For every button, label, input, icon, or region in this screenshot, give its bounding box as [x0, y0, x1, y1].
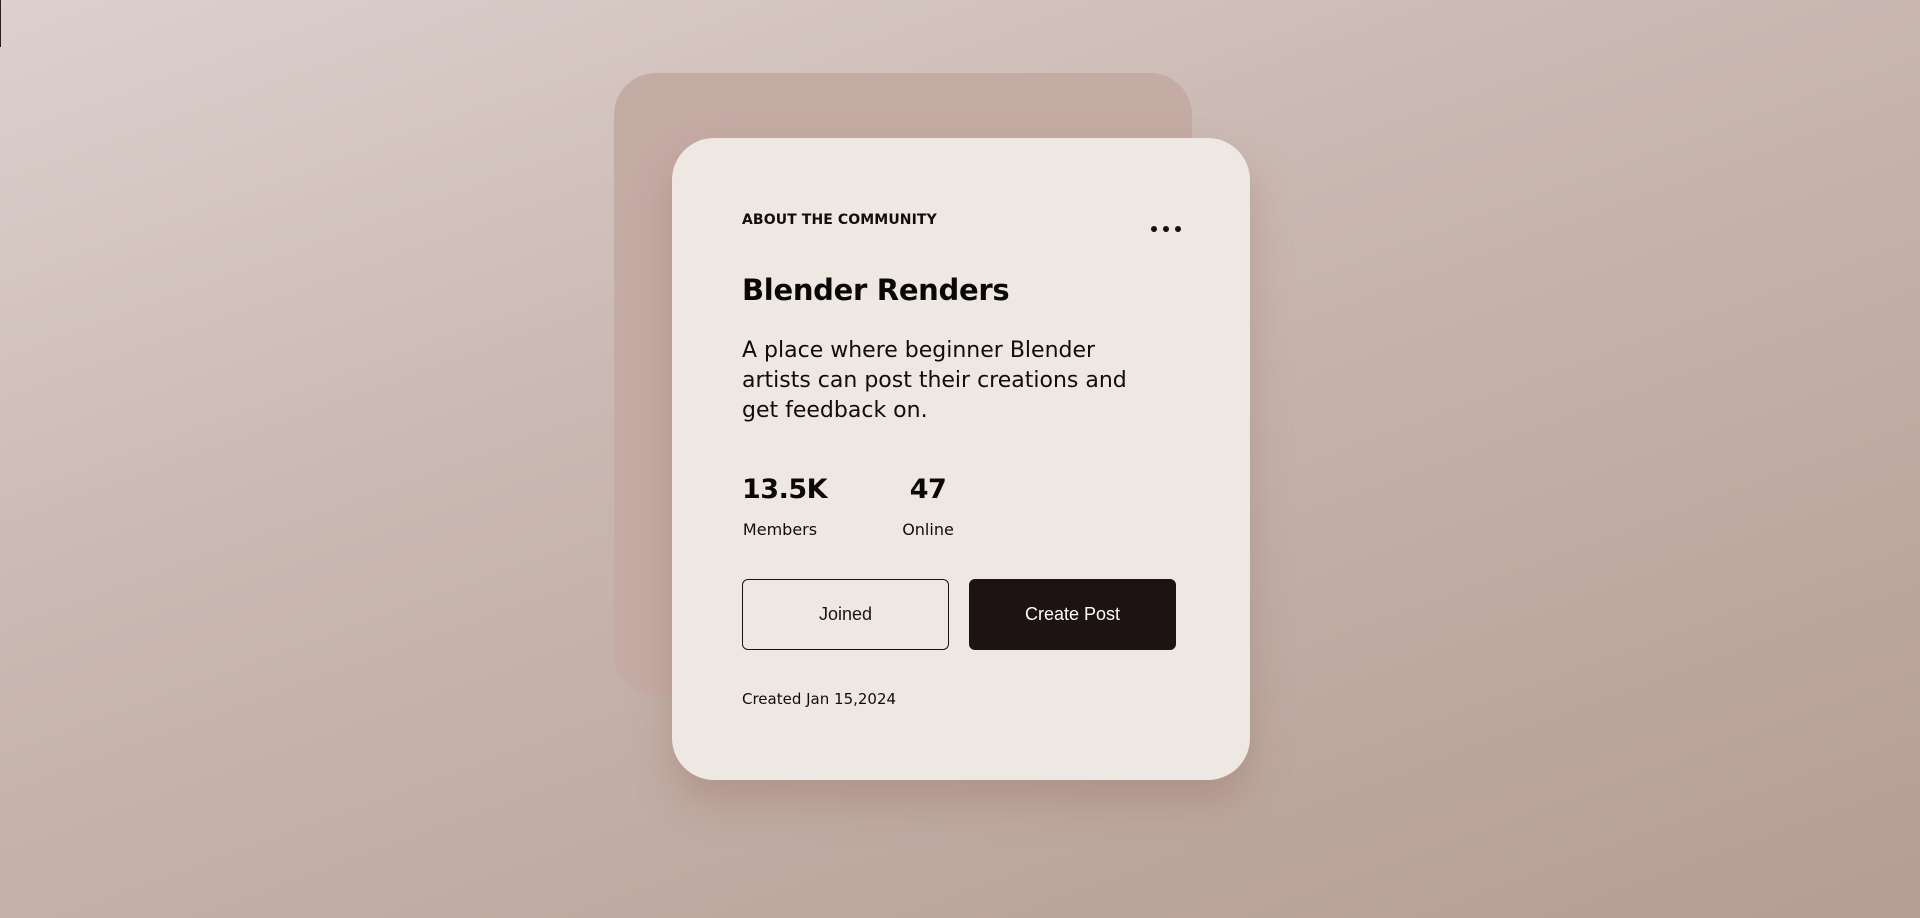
community-card: ABOUT THE COMMUNITY Blender Renders A pl… [672, 138, 1250, 780]
more-horizontal-icon [1151, 226, 1157, 232]
community-description: A place where beginner Blender artists c… [742, 338, 1127, 423]
joined-button[interactable]: Joined [742, 579, 949, 650]
members-stat: 13.5K Members [742, 472, 828, 539]
members-count: 13.5K [742, 474, 828, 505]
more-horizontal-icon-dot [1163, 226, 1169, 232]
online-stat: 47 Online [900, 472, 956, 539]
online-count: 47 [909, 474, 947, 505]
created-date: Created Jan 15,2024 [742, 690, 897, 708]
members-label: Members [742, 520, 818, 539]
community-name: Blender Renders [742, 273, 1010, 307]
create-post-button[interactable]: Create Post [969, 579, 1176, 650]
text-cursor [0, 0, 1, 47]
online-label: Online [902, 520, 954, 539]
more-options-button[interactable] [1146, 216, 1186, 242]
more-horizontal-icon-dot [1175, 226, 1181, 232]
section-label: ABOUT THE COMMUNITY [742, 212, 937, 228]
